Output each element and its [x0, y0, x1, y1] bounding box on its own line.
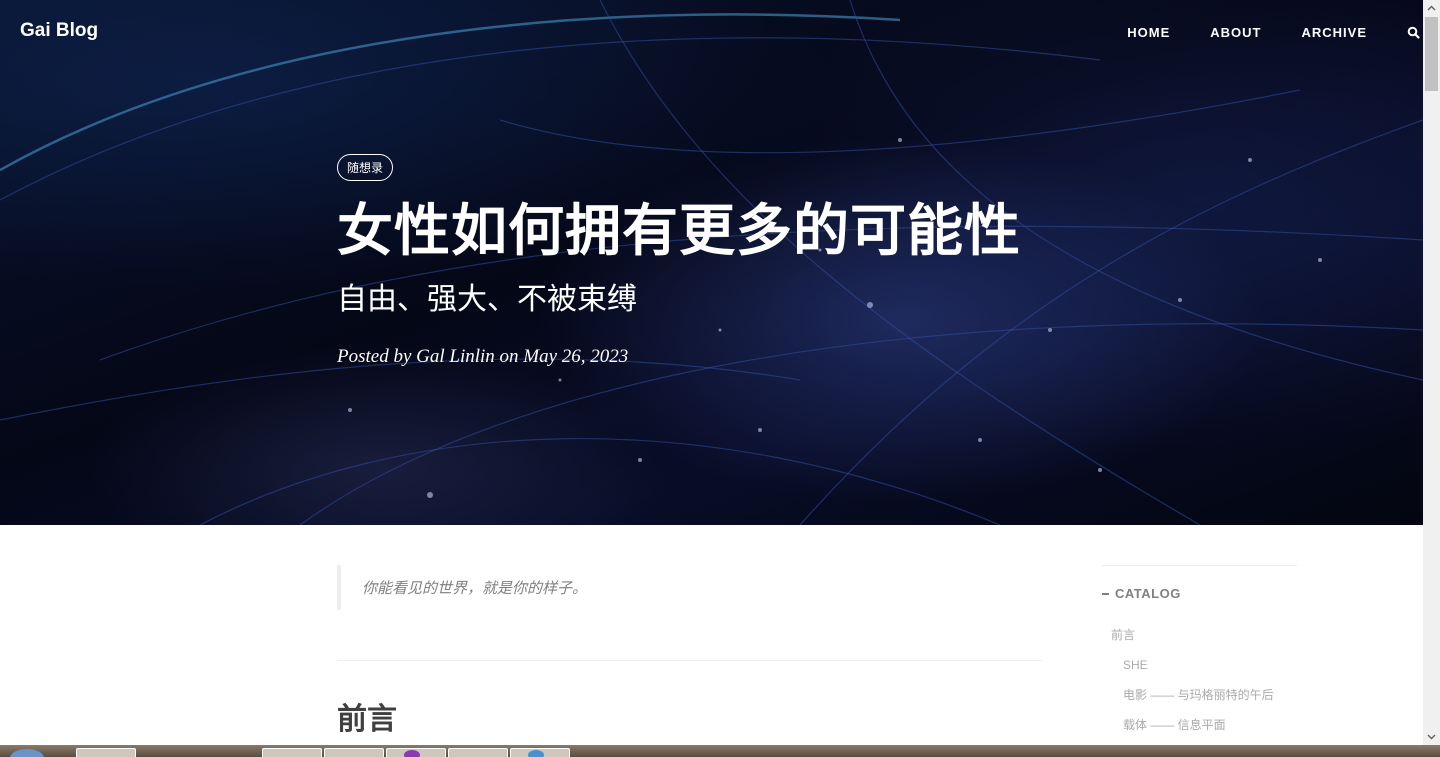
scroll-down-icon[interactable]	[1423, 728, 1440, 745]
taskbar-button[interactable]	[262, 748, 322, 757]
app-icon	[404, 750, 420, 757]
catalog-item-preface[interactable]: 前言	[1102, 627, 1297, 657]
post-heading: 随想录 女性如何拥有更多的可能性 自由、强大、不被束缚 Posted by Ga…	[337, 154, 1021, 368]
nav-item-about[interactable]: ABOUT	[1210, 25, 1261, 40]
taskbar-button[interactable]	[324, 748, 384, 757]
page-scrollbar[interactable]	[1423, 0, 1440, 745]
scroll-up-icon[interactable]	[1423, 0, 1440, 17]
post-tag[interactable]: 随想录	[337, 154, 394, 181]
post-meta: Posted by Gal Linlin on May 26, 2023	[337, 346, 629, 367]
catalog-item-movie[interactable]: 电影 —— 与玛格丽特的午后	[1102, 687, 1297, 717]
nav-item-home[interactable]: HOME	[1127, 25, 1170, 40]
post-title: 女性如何拥有更多的可能性	[337, 199, 1021, 262]
search-icon[interactable]	[1407, 26, 1421, 40]
taskbar-button[interactable]	[448, 748, 508, 757]
catalog-header[interactable]: CATALOG	[1102, 586, 1297, 601]
section-heading: 前言	[337, 703, 397, 736]
post-quote: 你能看见的世界，就是你的样子。	[337, 565, 1042, 610]
catalog-item-she[interactable]: SHE	[1102, 657, 1297, 687]
catalog-sidebar: CATALOG 前言 SHE 电影 —— 与玛格丽特的午后 载体 —— 信息平面	[1102, 565, 1297, 747]
catalog-header-label: CATALOG	[1115, 586, 1181, 601]
start-icon[interactable]	[10, 749, 44, 757]
taskbar-button[interactable]	[76, 748, 136, 757]
site-brand[interactable]: Gai Blog	[20, 20, 98, 42]
catalog-item-carrier[interactable]: 载体 —— 信息平面	[1102, 717, 1297, 747]
os-taskbar	[0, 745, 1440, 757]
content-divider	[337, 660, 1042, 661]
app-icon	[528, 750, 544, 757]
post-subtitle: 自由、强大、不被束缚	[337, 283, 637, 316]
nav-item-archive[interactable]: ARCHIVE	[1301, 25, 1367, 40]
post-content: 你能看见的世界，就是你的样子。 前言	[337, 565, 1042, 738]
catalog-list: 前言 SHE 电影 —— 与玛格丽特的午后 载体 —— 信息平面	[1102, 627, 1297, 747]
catalog-divider	[1102, 565, 1297, 566]
collapse-dash-icon	[1102, 592, 1109, 595]
top-nav: HOME ABOUT ARCHIVE	[1087, 25, 1440, 40]
